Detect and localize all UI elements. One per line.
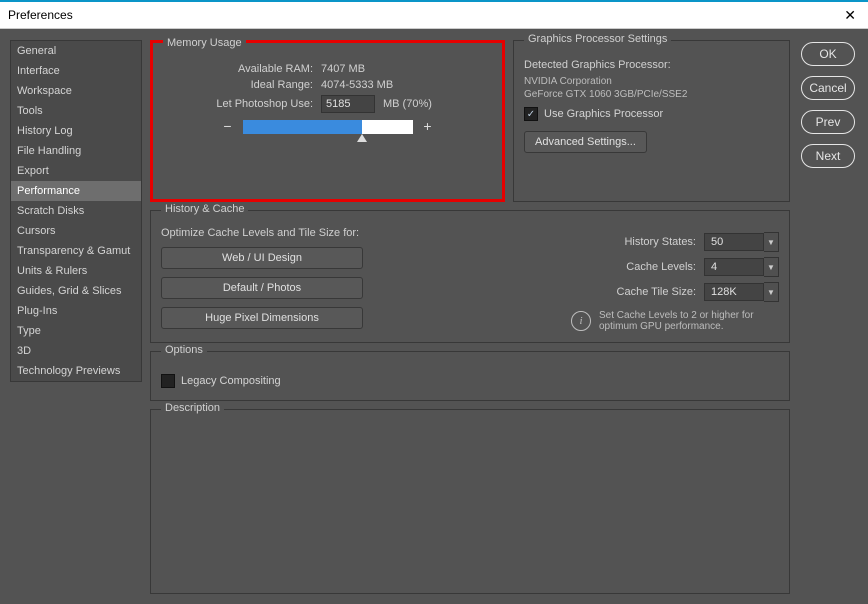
window-title: Preferences — [6, 8, 838, 22]
dialog-buttons: OK Cancel Prev Next — [798, 40, 858, 202]
advanced-settings-button[interactable]: Advanced Settings... — [524, 131, 647, 153]
description-legend: Description — [161, 402, 224, 414]
category-sidebar: GeneralInterfaceWorkspaceToolsHistory Lo… — [10, 40, 142, 382]
prev-button[interactable]: Prev — [801, 110, 855, 134]
checkbox-empty-icon — [161, 374, 175, 388]
sidebar-item-3d[interactable]: 3D — [11, 341, 141, 361]
sidebar-item-scratch-disks[interactable]: Scratch Disks — [11, 201, 141, 221]
info-text: Set Cache Levels to 2 or higher for opti… — [599, 310, 779, 332]
graphics-legend: Graphics Processor Settings — [524, 33, 671, 45]
history-legend: History & Cache — [161, 203, 248, 215]
history-states-label: History States: — [624, 236, 696, 248]
preferences-window: Preferences ✕ GeneralInterfaceWorkspaceT… — [0, 0, 868, 604]
ideal-range-value: 4074-5333 MB — [321, 79, 393, 91]
memory-increase-button[interactable]: + — [419, 119, 437, 135]
history-states-select[interactable]: 50▼ — [704, 232, 779, 252]
available-ram-value: 7407 MB — [321, 63, 365, 75]
sidebar-item-export[interactable]: Export — [11, 161, 141, 181]
gpu-vendor: NVIDIA Corporation — [524, 75, 779, 88]
optimize-label: Optimize Cache Levels and Tile Size for: — [161, 227, 479, 239]
memory-suffix: MB (70%) — [383, 98, 432, 110]
sidebar-item-workspace[interactable]: Workspace — [11, 81, 141, 101]
use-gpu-label: Use Graphics Processor — [544, 108, 663, 120]
close-icon[interactable]: ✕ — [838, 7, 862, 24]
chevron-down-icon: ▼ — [764, 232, 779, 252]
slider-thumb-icon[interactable] — [357, 134, 367, 142]
chevron-down-icon: ▼ — [764, 257, 779, 277]
use-gpu-checkbox[interactable]: ✓ Use Graphics Processor — [524, 107, 779, 121]
detected-label: Detected Graphics Processor: — [524, 59, 779, 71]
sidebar-item-history-log[interactable]: History Log — [11, 121, 141, 141]
legacy-label: Legacy Compositing — [181, 375, 281, 387]
graphics-panel: Graphics Processor Settings Detected Gra… — [513, 40, 790, 202]
memory-decrease-button[interactable]: − — [219, 119, 237, 135]
gpu-device: GeForce GTX 1060 3GB/PCIe/SSE2 — [524, 88, 779, 101]
sidebar-item-type[interactable]: Type — [11, 321, 141, 341]
history-cache-panel: History & Cache Optimize Cache Levels an… — [150, 210, 790, 343]
sidebar-item-general[interactable]: General — [11, 41, 141, 61]
sidebar-item-tools[interactable]: Tools — [11, 101, 141, 121]
let-use-label: Let Photoshop Use: — [163, 98, 313, 110]
chevron-down-icon: ▼ — [764, 282, 779, 302]
checkmark-icon: ✓ — [524, 107, 538, 121]
sidebar-item-cursors[interactable]: Cursors — [11, 221, 141, 241]
options-legend: Options — [161, 344, 207, 356]
web-ui-button[interactable]: Web / UI Design — [161, 247, 363, 269]
available-ram-label: Available RAM: — [163, 63, 313, 75]
default-photos-button[interactable]: Default / Photos — [161, 277, 363, 299]
memory-slider[interactable] — [243, 120, 413, 134]
sidebar-item-transparency-gamut[interactable]: Transparency & Gamut — [11, 241, 141, 261]
options-panel: Options Legacy Compositing — [150, 351, 790, 401]
cache-tile-select[interactable]: 128K▼ — [704, 282, 779, 302]
sidebar-item-file-handling[interactable]: File Handling — [11, 141, 141, 161]
memory-input[interactable] — [321, 95, 375, 113]
memory-usage-panel: Memory Usage Available RAM: 7407 MB Idea… — [150, 40, 505, 202]
cache-levels-label: Cache Levels: — [626, 261, 696, 273]
cancel-button[interactable]: Cancel — [801, 76, 855, 100]
memory-legend: Memory Usage — [163, 37, 246, 49]
sidebar-item-technology-previews[interactable]: Technology Previews — [11, 361, 141, 381]
sidebar-item-interface[interactable]: Interface — [11, 61, 141, 81]
ideal-range-label: Ideal Range: — [163, 79, 313, 91]
cache-levels-select[interactable]: 4▼ — [704, 257, 779, 277]
legacy-compositing-checkbox[interactable]: Legacy Compositing — [161, 374, 779, 388]
info-icon: i — [571, 311, 591, 331]
cache-tile-label: Cache Tile Size: — [617, 286, 696, 298]
description-panel: Description — [150, 409, 790, 594]
sidebar-item-units-rulers[interactable]: Units & Rulers — [11, 261, 141, 281]
ok-button[interactable]: OK — [801, 42, 855, 66]
sidebar-item-plug-ins[interactable]: Plug-Ins — [11, 301, 141, 321]
huge-pixel-button[interactable]: Huge Pixel Dimensions — [161, 307, 363, 329]
sidebar-item-guides-grid-slices[interactable]: Guides, Grid & Slices — [11, 281, 141, 301]
next-button[interactable]: Next — [801, 144, 855, 168]
sidebar-item-performance[interactable]: Performance — [11, 181, 141, 201]
titlebar: Preferences ✕ — [0, 2, 868, 29]
